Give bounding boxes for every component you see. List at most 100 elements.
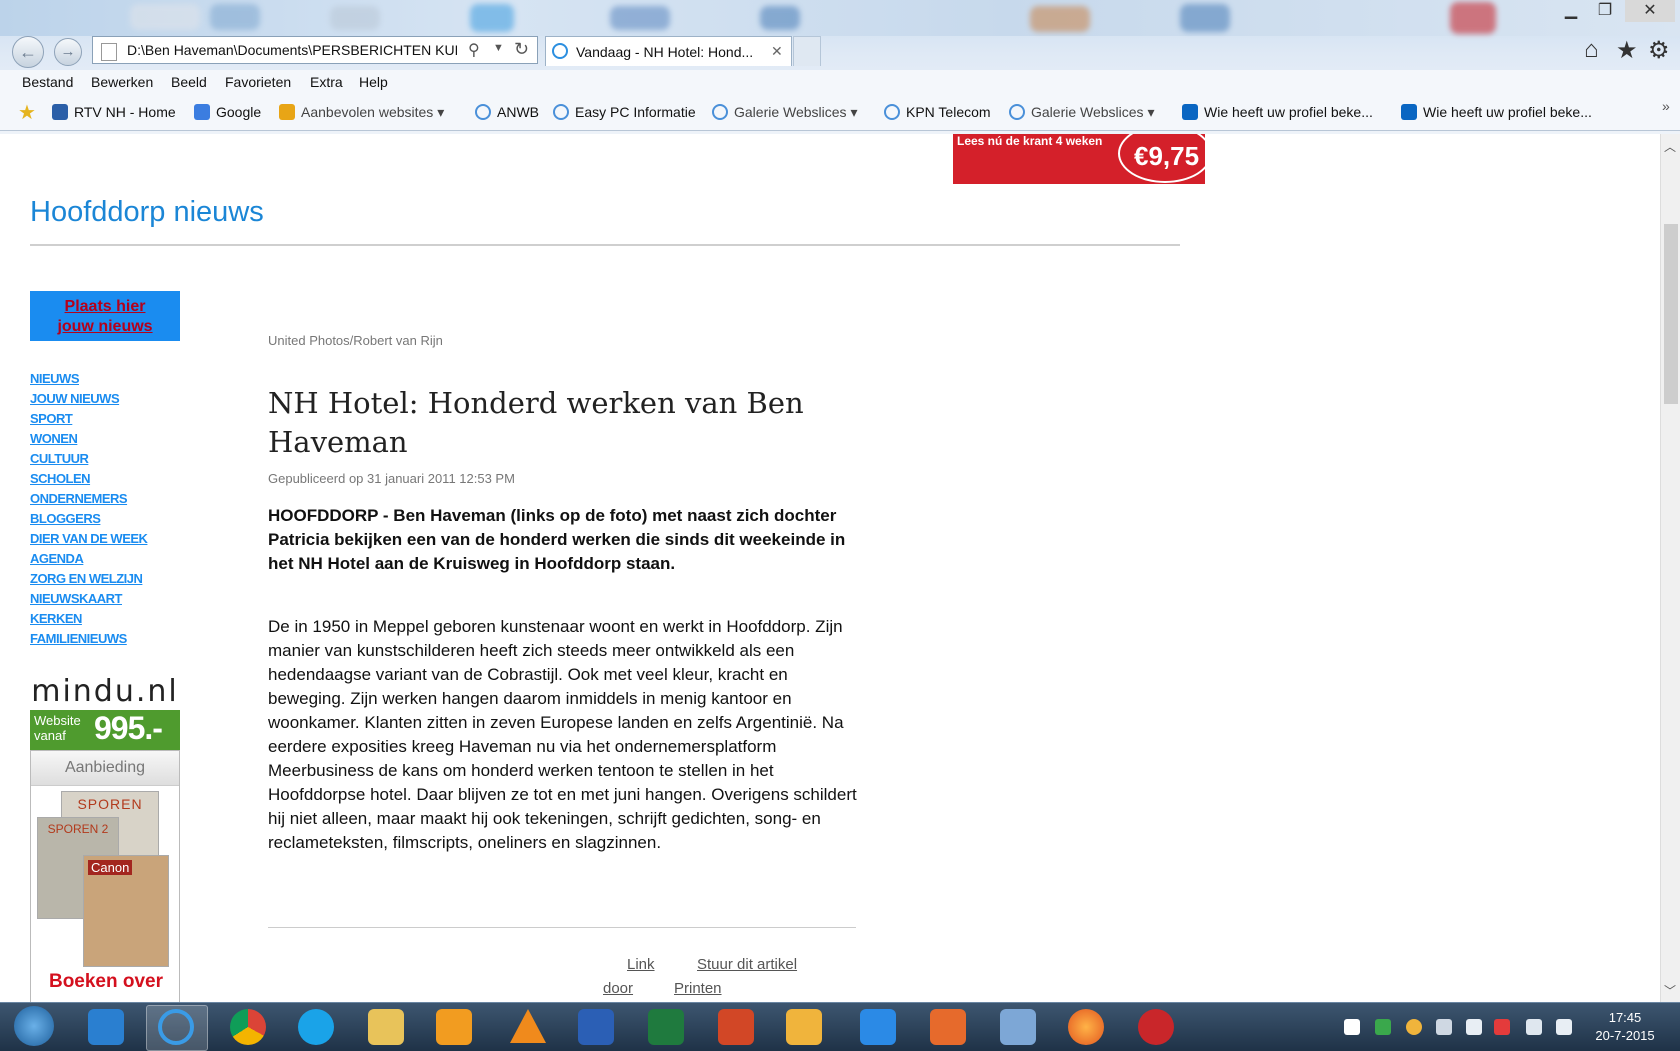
file-explorer-icon[interactable] bbox=[368, 1009, 404, 1045]
tray-red-icon[interactable] bbox=[1494, 1019, 1510, 1035]
send-article-button[interactable]: Stuur dit artikel bbox=[697, 956, 797, 973]
outlook-icon[interactable] bbox=[786, 1009, 822, 1045]
back-button[interactable]: ← bbox=[12, 36, 44, 68]
nav-nieuws[interactable]: NIEUWS bbox=[30, 369, 147, 389]
firefox-icon[interactable] bbox=[1068, 1009, 1104, 1045]
menu-beeld[interactable]: Beeld bbox=[171, 74, 207, 90]
add-favorite-star-icon[interactable]: ★ bbox=[18, 100, 36, 125]
nav-bloggers[interactable]: BLOGGERS bbox=[30, 509, 147, 529]
print-button[interactable]: Printen bbox=[674, 980, 722, 997]
fav-linkedin-2[interactable]: Wie heeft uw profiel beke... bbox=[1401, 104, 1592, 120]
new-tab-button[interactable] bbox=[793, 36, 821, 66]
side-navigation: NIEUWS JOUW NIEUWS SPORT WONEN CULTUUR S… bbox=[30, 369, 148, 649]
teamviewer-icon[interactable] bbox=[88, 1009, 124, 1045]
page-icon bbox=[101, 43, 117, 61]
mindu-ad[interactable]: mindu.nl Website vanaf 995.- bbox=[30, 674, 180, 750]
fav-google[interactable]: Google bbox=[194, 104, 261, 120]
nav-dier-van-de-week[interactable]: DIER VAN DE WEEK bbox=[30, 529, 148, 549]
dropbox-icon[interactable] bbox=[860, 1009, 896, 1045]
nav-zorg-en-welzijn[interactable]: ZORG EN WELZIJN bbox=[30, 569, 147, 589]
menu-help[interactable]: Help bbox=[359, 74, 388, 90]
nav-agenda[interactable]: AGENDA bbox=[30, 549, 147, 569]
tray-dropbox-icon[interactable] bbox=[1436, 1019, 1452, 1035]
app-red-icon[interactable] bbox=[1138, 1009, 1174, 1045]
nav-jouw-nieuws[interactable]: JOUW NIEUWS bbox=[30, 389, 147, 409]
bing-icon bbox=[279, 104, 295, 120]
aanbieding-box[interactable]: Aanbieding SPOREN SPOREN 2 Canon Boeken … bbox=[30, 750, 180, 1002]
place-news-label: Plaats hier jouw nieuws bbox=[57, 298, 153, 335]
skype-icon[interactable] bbox=[298, 1009, 334, 1045]
ie-icon bbox=[552, 43, 568, 59]
word-icon[interactable] bbox=[578, 1009, 614, 1045]
browser-chrome: ▁ ❐ ✕ ← → D:\Ben Haveman\Documents\PERSB… bbox=[0, 0, 1680, 134]
tab-active[interactable]: Vandaag - NH Hotel: Hond... ✕ bbox=[545, 36, 792, 66]
nav-cultuur[interactable]: CULTUUR bbox=[30, 449, 147, 469]
fav-galerie-2[interactable]: Galerie Webslices ▾ bbox=[1009, 104, 1154, 121]
refresh-icon[interactable]: ↻ bbox=[514, 39, 529, 60]
scroll-down-icon[interactable]: ﹀ bbox=[1664, 982, 1676, 999]
nav-nieuwskaart[interactable]: NIEUWSKAART bbox=[30, 589, 147, 609]
ie-page-icon bbox=[1009, 104, 1025, 120]
flag-icon[interactable] bbox=[1466, 1019, 1482, 1035]
vlc-icon[interactable] bbox=[510, 1009, 546, 1043]
search-icon[interactable]: ⚲ bbox=[468, 40, 480, 60]
nav-familienieuws[interactable]: FAMILIENIEUWS bbox=[30, 629, 147, 649]
nav-scholen[interactable]: SCHOLEN bbox=[30, 469, 147, 489]
scroll-thumb[interactable] bbox=[1664, 224, 1678, 404]
scroll-up-icon[interactable]: ︿ bbox=[1664, 138, 1676, 155]
address-text[interactable]: D:\Ben Haveman\Documents\PERSBERICHTEN K… bbox=[127, 42, 457, 58]
close-window-button[interactable]: ✕ bbox=[1625, 0, 1675, 22]
menu-extra[interactable]: Extra bbox=[310, 74, 343, 90]
start-button[interactable] bbox=[14, 1006, 54, 1046]
fav-galerie-1[interactable]: Galerie Webslices ▾ bbox=[712, 104, 857, 121]
place-news-button[interactable]: Plaats hier jouw nieuws bbox=[30, 291, 180, 341]
dropdown-icon[interactable]: ▼ bbox=[493, 42, 504, 54]
ie-page-icon bbox=[553, 104, 569, 120]
nav-kerken[interactable]: KERKEN bbox=[30, 609, 147, 629]
app-icon[interactable] bbox=[930, 1009, 966, 1045]
powerpoint-icon[interactable] bbox=[718, 1009, 754, 1045]
fav-linkedin-1[interactable]: Wie heeft uw profiel beke... bbox=[1182, 104, 1373, 120]
fav-aanbevolen[interactable]: Aanbevolen websites ▾ bbox=[279, 104, 444, 121]
nav-ondernemers[interactable]: ONDERNEMERS bbox=[30, 489, 147, 509]
book-cover: Canon bbox=[83, 855, 169, 967]
link-button[interactable]: Link bbox=[627, 956, 655, 973]
aanbieding-title: Aanbieding bbox=[31, 751, 179, 786]
menu-bestand[interactable]: Bestand bbox=[22, 74, 73, 90]
maximize-button[interactable]: ❐ bbox=[1588, 0, 1622, 22]
volume-icon[interactable] bbox=[1556, 1019, 1572, 1035]
forward-button[interactable]: → bbox=[54, 38, 82, 66]
network-icon[interactable] bbox=[1526, 1019, 1542, 1035]
minimize-button[interactable]: ▁ bbox=[1554, 0, 1588, 22]
vertical-scrollbar[interactable]: ︿ ﹀ bbox=[1660, 134, 1680, 1002]
mir-icon[interactable] bbox=[1000, 1009, 1036, 1045]
favorites-star-icon[interactable]: ★ bbox=[1616, 36, 1638, 65]
more-favorites-chevron-icon[interactable]: » bbox=[1662, 98, 1670, 114]
home-icon[interactable]: ⌂ bbox=[1584, 36, 1599, 64]
internet-explorer-icon[interactable] bbox=[158, 1009, 194, 1045]
media-player-icon[interactable] bbox=[436, 1009, 472, 1045]
newspaper-ad[interactable]: Lees nú de krant 4 weken €9,75 bbox=[953, 134, 1212, 184]
clock[interactable]: 17:45 20-7-2015 bbox=[1580, 1009, 1670, 1045]
title-bar bbox=[0, 0, 1680, 36]
excel-icon[interactable] bbox=[648, 1009, 684, 1045]
site-title[interactable]: Hoofddorp nieuws bbox=[30, 196, 264, 229]
nav-wonen[interactable]: WONEN bbox=[30, 429, 147, 449]
menu-favorieten[interactable]: Favorieten bbox=[225, 74, 291, 90]
send-through-link[interactable]: door bbox=[603, 980, 633, 997]
nav-sport[interactable]: SPORT bbox=[30, 409, 147, 429]
fav-anwb[interactable]: ANWB bbox=[475, 104, 539, 120]
fav-kpn[interactable]: KPN Telecom bbox=[884, 104, 991, 120]
chrome-icon[interactable] bbox=[230, 1009, 266, 1045]
aanbieding-footer: Boeken over bbox=[48, 971, 164, 992]
gear-icon[interactable]: ⚙ bbox=[1648, 36, 1670, 65]
menu-bar: Bestand Bewerken Beeld Favorieten Extra … bbox=[0, 70, 1680, 96]
windows-tray-icon[interactable] bbox=[1344, 1019, 1360, 1035]
address-bar[interactable]: D:\Ben Haveman\Documents\PERSBERICHTEN K… bbox=[92, 36, 538, 64]
tray-green-icon[interactable] bbox=[1375, 1019, 1391, 1035]
fav-rtvnh[interactable]: RTV NH - Home bbox=[52, 104, 176, 120]
tray-norton-icon[interactable] bbox=[1406, 1019, 1422, 1035]
menu-bewerken[interactable]: Bewerken bbox=[91, 74, 153, 90]
tab-close-icon[interactable]: ✕ bbox=[771, 43, 783, 60]
fav-easy-pc[interactable]: Easy PC Informatie bbox=[553, 104, 696, 120]
